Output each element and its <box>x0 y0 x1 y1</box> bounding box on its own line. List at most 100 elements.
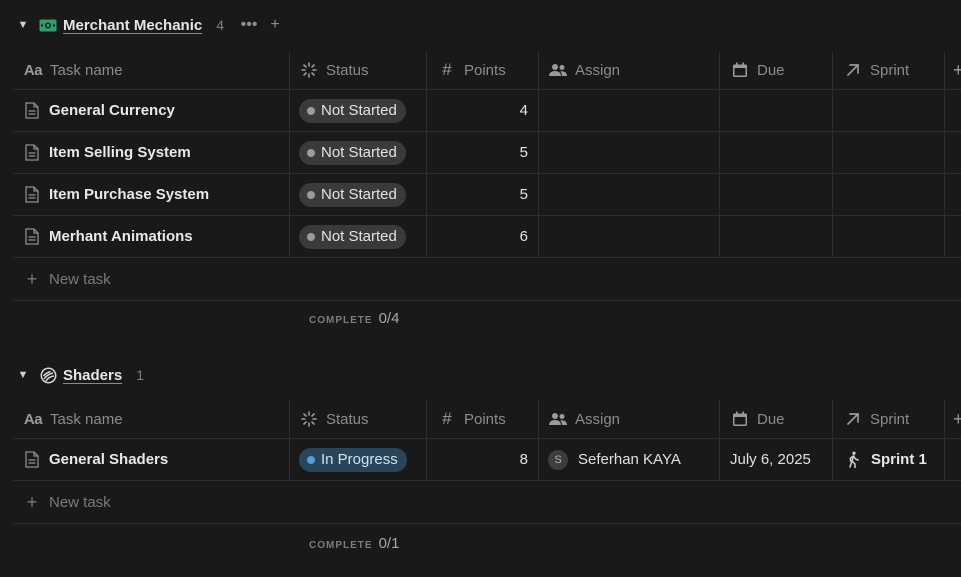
due-cell[interactable]: July 6, 2025 <box>720 439 833 480</box>
status-cell[interactable]: Not Started <box>290 174 427 215</box>
column-label: Sprint <box>870 410 910 428</box>
task-name-cell[interactable]: Item Selling System <box>13 132 290 173</box>
due-cell[interactable] <box>720 174 833 215</box>
status-label: In Progress <box>321 451 398 468</box>
status-label: Not Started <box>321 102 397 119</box>
status-dot-icon <box>307 106 315 115</box>
group-title[interactable]: Shaders <box>63 367 122 384</box>
arrow-up-right-icon <box>843 61 863 79</box>
column-label: Task name <box>50 410 123 428</box>
group-count: 1 <box>136 367 144 383</box>
table-row[interactable]: Item Selling System Not Started 5 <box>13 132 961 174</box>
assign-cell[interactable] <box>539 174 720 215</box>
add-column-label: + <box>953 59 961 80</box>
column-header-points[interactable]: # Points <box>427 400 539 438</box>
empty-cell <box>945 439 961 480</box>
assign-cell[interactable] <box>539 216 720 257</box>
new-task-label: New task <box>49 493 111 511</box>
column-label: Sprint <box>870 61 910 79</box>
status-dot-icon <box>307 190 315 199</box>
status-label: Not Started <box>321 144 397 161</box>
points-cell[interactable]: 8 <box>427 439 539 480</box>
column-header-sprint[interactable]: Sprint <box>833 400 945 438</box>
new-task-button[interactable]: + New task <box>23 258 111 300</box>
new-task-row: + New task <box>13 258 961 301</box>
complete-summary[interactable]: COMPLETE 0/1 <box>309 535 399 552</box>
due-cell[interactable] <box>720 216 833 257</box>
assign-cell[interactable] <box>539 90 720 131</box>
column-header-assign[interactable]: Assign <box>539 51 720 89</box>
points-cell[interactable]: 5 <box>427 174 539 215</box>
column-header-task-name[interactable]: Aa Task name <box>13 400 290 438</box>
table-row[interactable]: Merhant Animations Not Started 6 <box>13 216 961 258</box>
add-icon[interactable]: + <box>264 16 286 34</box>
table-header-row: Aa Task name Status # Points Assign Due Sp… <box>13 51 961 90</box>
new-task-button[interactable]: + New task <box>23 481 111 523</box>
status-cell[interactable]: In Progress <box>290 439 427 480</box>
table-row[interactable]: General Currency Not Started 4 <box>13 90 961 132</box>
column-header-due[interactable]: Due <box>720 400 833 438</box>
points-cell[interactable]: 5 <box>427 132 539 173</box>
table-row[interactable]: Item Purchase System Not Started 5 <box>13 174 961 216</box>
column-header-due[interactable]: Due <box>720 51 833 89</box>
more-options-icon[interactable]: ••• <box>238 16 260 34</box>
column-label: Due <box>757 410 785 428</box>
sprint-cell[interactable] <box>833 90 945 131</box>
column-header-task-name[interactable]: Aa Task name <box>13 51 290 89</box>
status-cell[interactable]: Not Started <box>290 132 427 173</box>
status-spinner-icon <box>299 61 319 79</box>
status-label: Not Started <box>321 228 397 245</box>
sprint-cell[interactable]: Sprint 1 <box>833 439 945 480</box>
sprint-cell[interactable] <box>833 174 945 215</box>
column-header-status[interactable]: Status <box>290 400 427 438</box>
task-name: Item Purchase System <box>49 186 210 203</box>
new-task-row: + New task <box>13 481 961 524</box>
complete-summary[interactable]: COMPLETE 0/4 <box>309 310 399 327</box>
due-cell[interactable] <box>720 90 833 131</box>
column-header-status[interactable]: Status <box>290 51 427 89</box>
number-type-icon: # <box>442 409 452 428</box>
status-label: Not Started <box>321 186 397 203</box>
status-dot-icon <box>307 232 315 241</box>
column-label: Task name <box>50 61 123 79</box>
document-icon <box>23 102 41 120</box>
status-cell[interactable]: Not Started <box>290 90 427 131</box>
collapse-caret-icon[interactable]: ▼ <box>14 19 32 31</box>
sprint-cell[interactable] <box>833 132 945 173</box>
group-header-merchant-mechanic: ▼ Merchant Mechanic 4 ••• + <box>14 11 290 39</box>
task-name-cell[interactable]: General Shaders <box>13 439 290 480</box>
assign-cell[interactable]: S Seferhan KAYA <box>539 439 720 480</box>
task-name-cell[interactable]: Item Purchase System <box>13 174 290 215</box>
plus-icon: + <box>26 491 38 512</box>
points-cell[interactable]: 4 <box>427 90 539 131</box>
add-column-button[interactable]: + <box>945 400 961 438</box>
status-cell[interactable]: Not Started <box>290 216 427 257</box>
status-badge: Not Started <box>299 140 406 165</box>
swirl-icon <box>38 366 58 384</box>
sprint-cell[interactable] <box>833 216 945 257</box>
calendar-icon <box>730 410 750 428</box>
group-title[interactable]: Merchant Mechanic <box>63 17 202 34</box>
column-label: Assign <box>575 61 621 79</box>
column-header-sprint[interactable]: Sprint <box>833 51 945 89</box>
assign-cell[interactable] <box>539 132 720 173</box>
summary-label: COMPLETE <box>309 315 373 326</box>
due-cell[interactable] <box>720 132 833 173</box>
money-icon <box>38 16 58 34</box>
column-header-points[interactable]: # Points <box>427 51 539 89</box>
empty-cell <box>945 90 961 131</box>
task-name-cell[interactable]: Merhant Animations <box>13 216 290 257</box>
sprint-link[interactable]: Sprint 1 <box>871 451 927 468</box>
collapse-caret-icon[interactable]: ▼ <box>14 369 32 381</box>
column-label: Points <box>464 410 506 428</box>
table-row[interactable]: General Shaders In Progress 8 S Seferhan… <box>13 439 961 481</box>
group-header-shaders: ▼ Shaders 1 <box>14 361 158 389</box>
column-label: Status <box>326 61 369 79</box>
column-header-assign[interactable]: Assign <box>539 400 720 438</box>
column-label: Points <box>464 61 506 79</box>
document-icon <box>23 144 41 162</box>
plus-icon: + <box>26 268 38 289</box>
add-column-button[interactable]: + <box>945 51 961 89</box>
task-name-cell[interactable]: General Currency <box>13 90 290 131</box>
points-cell[interactable]: 6 <box>427 216 539 257</box>
